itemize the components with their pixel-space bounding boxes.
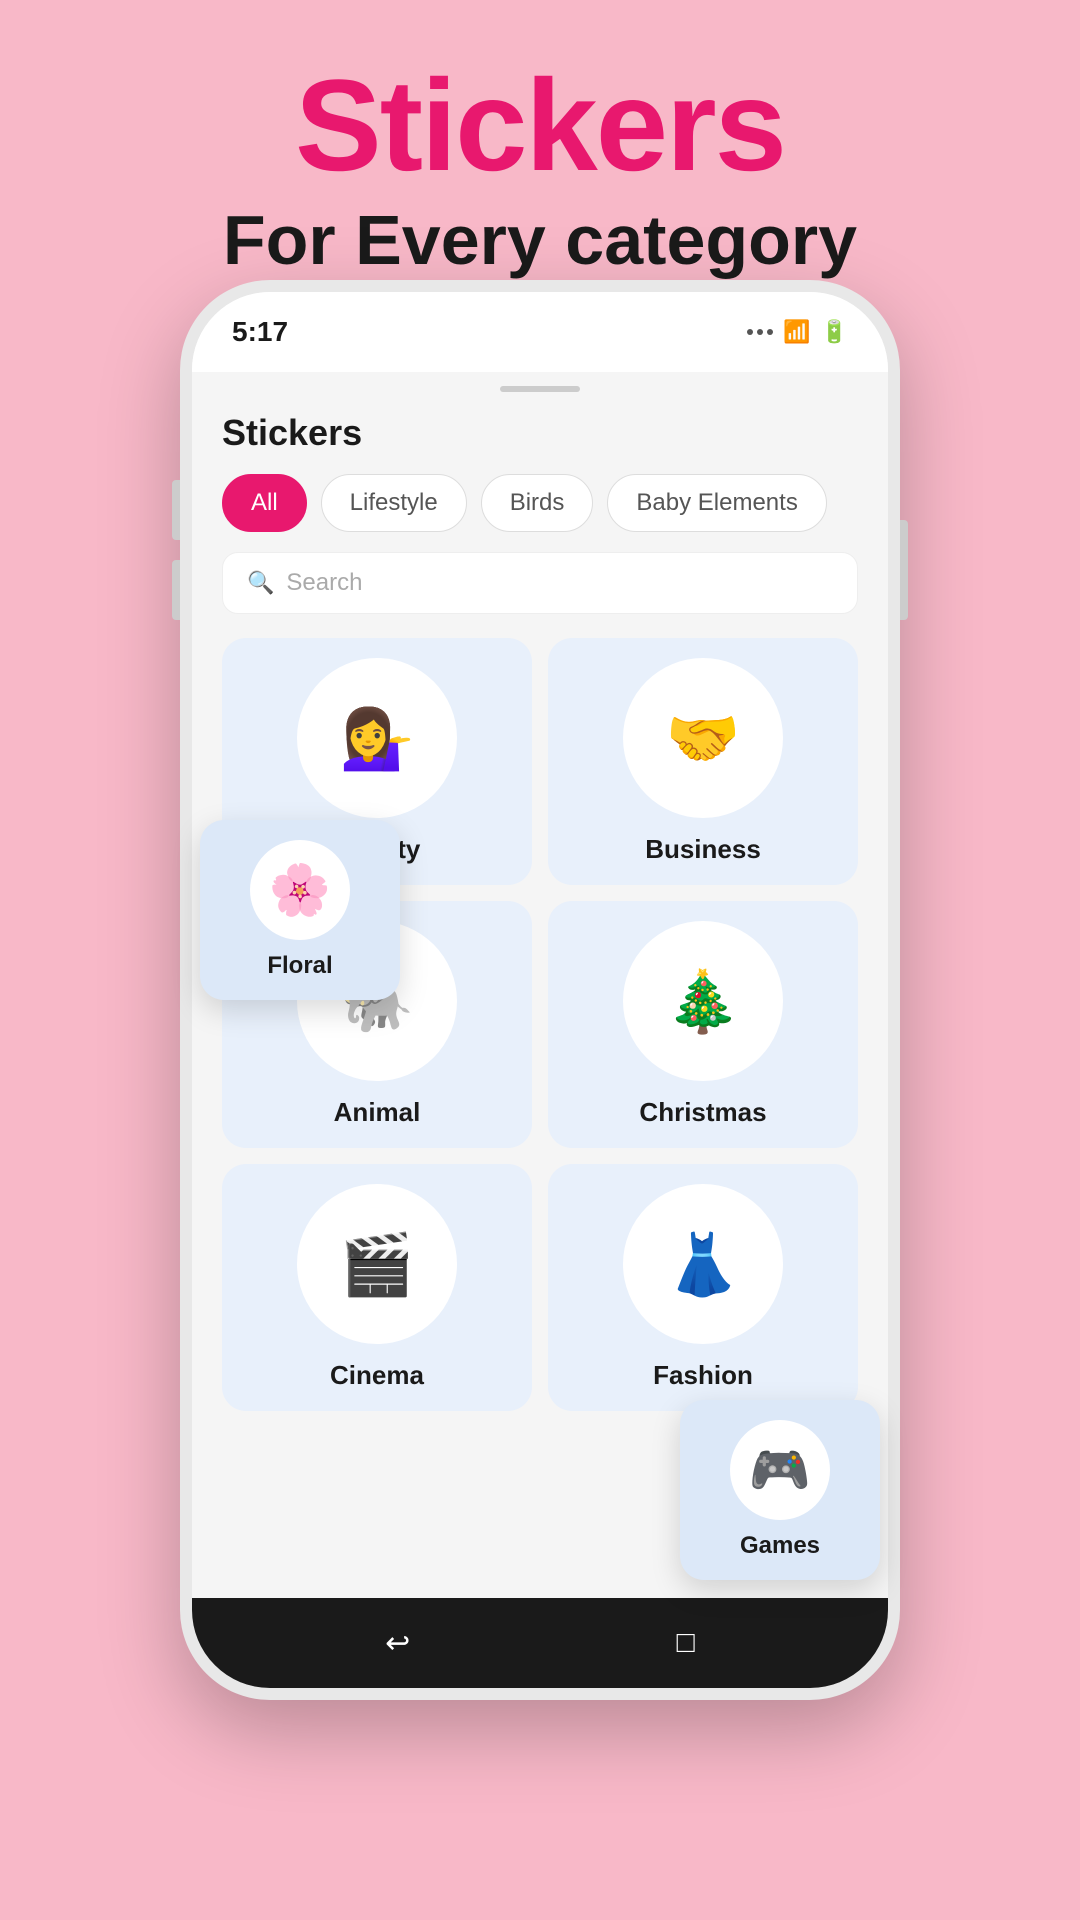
sticker-label-christmas: Christmas bbox=[639, 1097, 766, 1128]
cinema-illustration: 🎬 bbox=[340, 1229, 415, 1300]
fashion-illustration: 👗 bbox=[666, 1229, 741, 1300]
chip-baby[interactable]: Baby Elements bbox=[607, 474, 826, 532]
floral-card-label: Floral bbox=[267, 952, 332, 980]
main-subtitle: For Every category bbox=[0, 200, 1080, 280]
status-icons: 📶 🔋 bbox=[747, 319, 848, 345]
phone-mockup: 5:17 📶 🔋 Stickers All Lifestyle Bir bbox=[180, 280, 900, 1700]
battery-icon: 🔋 bbox=[821, 319, 848, 345]
chip-lifestyle[interactable]: Lifestyle bbox=[321, 474, 467, 532]
christmas-illustration: 🎄 bbox=[666, 966, 741, 1037]
sticker-card-fashion[interactable]: 👗 Fashion bbox=[548, 1164, 858, 1411]
business-illustration: 🤝 bbox=[666, 703, 741, 774]
sticker-label-cinema: Cinema bbox=[330, 1360, 424, 1391]
back-nav-icon[interactable]: ↩ bbox=[385, 1626, 410, 1661]
sticker-grid: 💁‍♀️ Beauty 🤝 Business 🐘 bbox=[192, 638, 888, 1431]
volume-up-button bbox=[172, 480, 180, 540]
sticker-card-christmas[interactable]: 🎄 Christmas bbox=[548, 901, 858, 1148]
status-bar: 5:17 📶 🔋 bbox=[192, 292, 888, 372]
floating-games-card[interactable]: 🎮 Games bbox=[680, 1400, 880, 1580]
signal-dots-icon bbox=[747, 329, 773, 335]
sticker-card-business[interactable]: 🤝 Business bbox=[548, 638, 858, 885]
volume-down-button bbox=[172, 560, 180, 620]
games-emoji: 🎮 bbox=[749, 1441, 811, 1500]
floating-floral-card[interactable]: 🌸 Floral bbox=[200, 820, 400, 1000]
scroll-indicator bbox=[500, 386, 580, 392]
sticker-circle-beauty: 💁‍♀️ bbox=[297, 658, 457, 818]
wifi-icon: 📶 bbox=[783, 319, 810, 345]
sticker-label-fashion: Fashion bbox=[653, 1360, 753, 1391]
power-button bbox=[900, 520, 908, 620]
beauty-illustration: 💁‍♀️ bbox=[340, 703, 415, 774]
status-time: 5:17 bbox=[232, 316, 288, 348]
bottom-nav: ↩ □ bbox=[192, 1598, 888, 1688]
sticker-label-business: Business bbox=[645, 834, 761, 865]
main-title: Stickers bbox=[0, 60, 1080, 190]
sticker-circle-business: 🤝 bbox=[623, 658, 783, 818]
filter-chips-row: All Lifestyle Birds Baby Elements bbox=[192, 474, 888, 552]
search-icon: 🔍 bbox=[247, 570, 274, 596]
search-placeholder: Search bbox=[286, 569, 362, 597]
chip-birds[interactable]: Birds bbox=[481, 474, 594, 532]
sticker-card-cinema[interactable]: 🎬 Cinema bbox=[222, 1164, 532, 1411]
page-header: Stickers For Every category bbox=[0, 0, 1080, 310]
floral-card-icon: 🌸 bbox=[250, 840, 350, 940]
games-card-label: Games bbox=[740, 1532, 820, 1560]
page-background: Stickers For Every category 5:17 bbox=[0, 0, 1080, 310]
floral-emoji: 🌸 bbox=[269, 861, 331, 920]
sticker-circle-christmas: 🎄 bbox=[623, 921, 783, 1081]
home-nav-icon[interactable]: □ bbox=[677, 1626, 695, 1660]
games-card-icon: 🎮 bbox=[730, 1420, 830, 1520]
app-screen-title: Stickers bbox=[192, 412, 888, 474]
sticker-label-animal: Animal bbox=[334, 1097, 421, 1128]
sticker-circle-fashion: 👗 bbox=[623, 1184, 783, 1344]
search-bar[interactable]: 🔍 Search bbox=[222, 552, 858, 614]
sticker-circle-cinema: 🎬 bbox=[297, 1184, 457, 1344]
chip-all[interactable]: All bbox=[222, 474, 307, 532]
